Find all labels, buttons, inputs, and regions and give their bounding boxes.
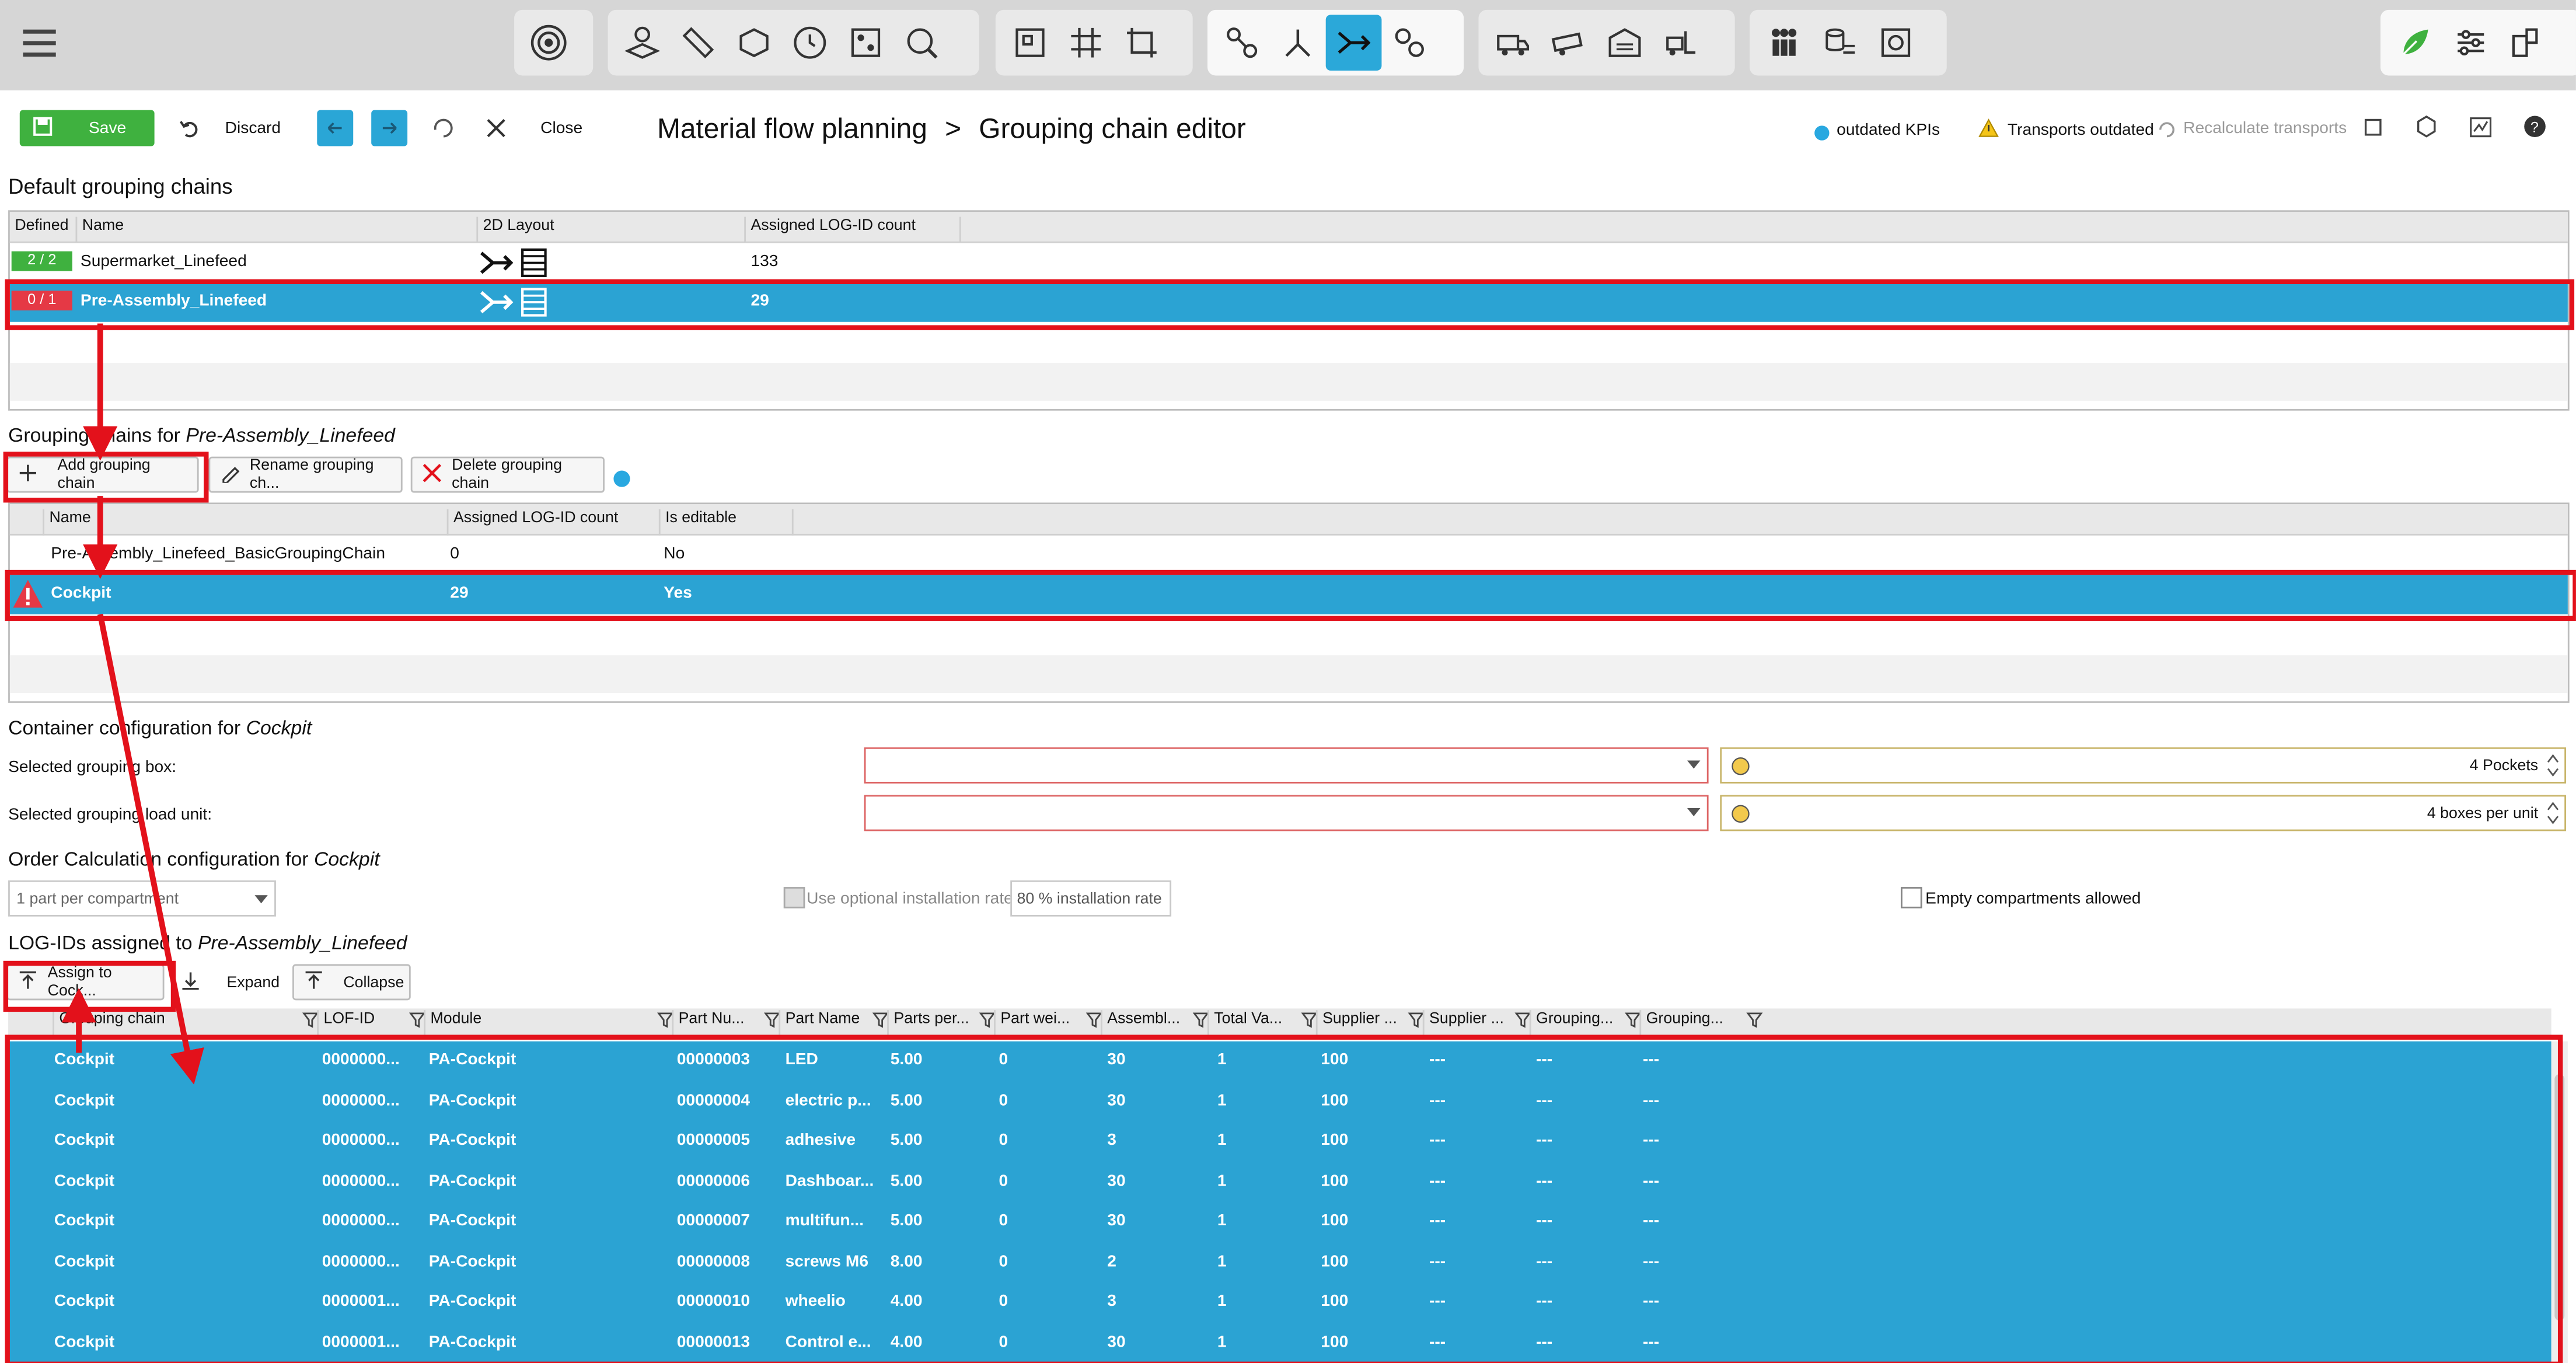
annotation-arrows bbox=[61, 323, 204, 1085]
